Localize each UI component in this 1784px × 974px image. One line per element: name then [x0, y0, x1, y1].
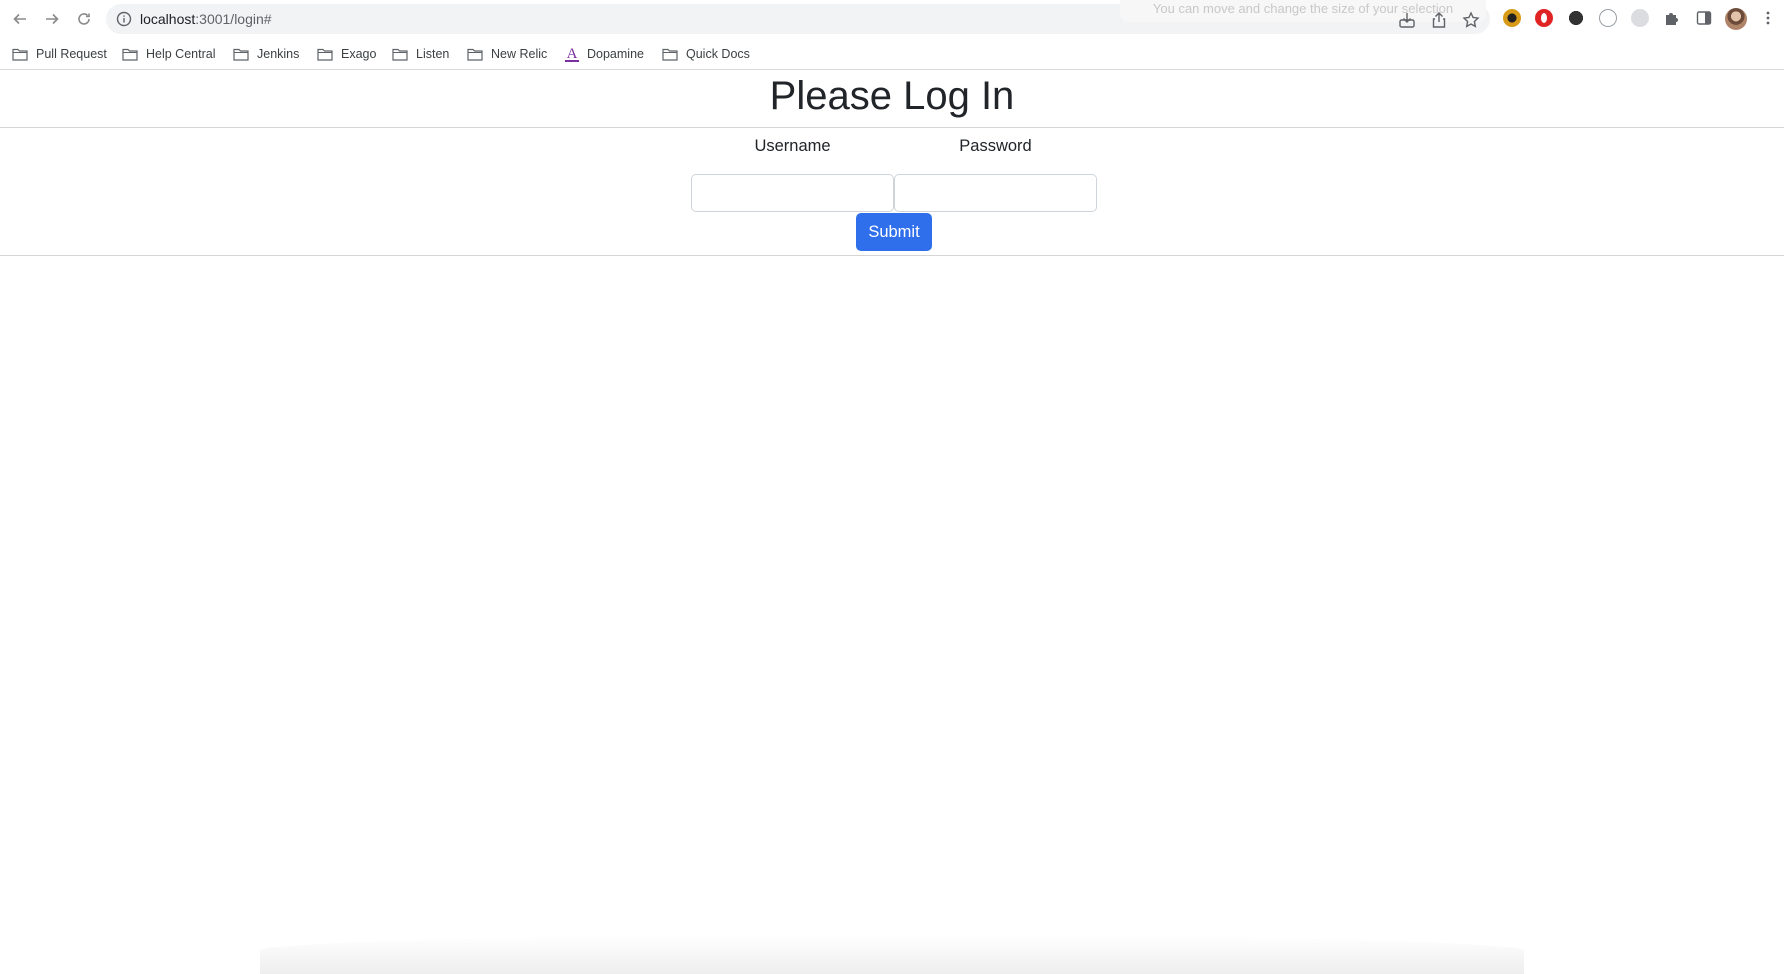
bookmark-dopamine[interactable]: A Dopamine: [565, 45, 644, 63]
bookmark-label: Quick Docs: [686, 47, 750, 61]
extensions-puzzle-icon[interactable]: [1663, 9, 1681, 27]
url-text[interactable]: localhost:3001/login#: [140, 11, 272, 27]
page-title: Please Log In: [769, 74, 1015, 118]
folder-icon: [12, 48, 28, 61]
extension-2-icon[interactable]: [1535, 9, 1553, 27]
bookmarks-bar: Pull Request Help Central Jenkins Exago …: [0, 38, 1784, 70]
bookmark-label: Listen: [416, 47, 450, 61]
bookmark-label: Dopamine: [587, 47, 644, 61]
bookmark-label: Help Central: [146, 47, 216, 61]
info-icon[interactable]: [116, 11, 132, 27]
bookmark-listen[interactable]: Listen: [392, 45, 449, 63]
bookmark-quick-docs[interactable]: Quick Docs: [662, 45, 750, 63]
folder-icon: [392, 48, 408, 61]
back-icon[interactable]: [8, 7, 32, 31]
url-path: :3001/login#: [195, 11, 272, 27]
extension-3-icon[interactable]: [1567, 9, 1585, 27]
forward-icon[interactable]: [40, 7, 64, 31]
folder-icon: [317, 48, 333, 61]
bookmark-label: Exago: [341, 47, 377, 61]
profile-avatar[interactable]: [1725, 8, 1747, 30]
bookmark-label: Pull Request: [36, 47, 107, 61]
share-icon[interactable]: [1430, 11, 1448, 29]
side-panel-icon[interactable]: [1695, 9, 1713, 27]
folder-icon: [467, 48, 483, 61]
bookmark-label: New Relic: [491, 47, 548, 61]
username-input[interactable]: [691, 174, 894, 212]
reload-icon[interactable]: [72, 7, 96, 31]
bookmark-pull-request[interactable]: Pull Request: [12, 45, 107, 63]
extension-5-icon[interactable]: [1631, 9, 1649, 27]
address-bar[interactable]: localhost:3001/login# You can move and c…: [106, 0, 1490, 34]
a-logo-icon: A: [565, 46, 579, 62]
bookmark-new-relic[interactable]: New Relic: [467, 45, 547, 63]
extension-4-icon[interactable]: [1599, 9, 1617, 27]
folder-icon: [662, 48, 678, 61]
extensions-group: [1498, 5, 1686, 33]
extension-1-icon[interactable]: [1503, 9, 1521, 27]
url-host: localhost: [140, 11, 196, 27]
bookmark-label: Jenkins: [257, 47, 300, 61]
login-form: Username Password Submit: [0, 127, 1784, 256]
submit-button[interactable]: Submit: [856, 213, 932, 251]
window-shadow: [260, 935, 1524, 974]
username-label: Username: [754, 137, 831, 155]
password-input[interactable]: [894, 174, 1097, 212]
bookmark-exago[interactable]: Exago: [317, 45, 376, 63]
folder-icon: [122, 48, 138, 61]
password-label: Password: [959, 137, 1032, 155]
folder-icon: [233, 48, 249, 61]
browser-toolbar: localhost:3001/login# You can move and c…: [0, 0, 1784, 38]
bookmark-help-central[interactable]: Help Central: [122, 45, 215, 63]
bookmark-star-icon[interactable]: [1462, 11, 1480, 29]
install-icon[interactable]: [1398, 11, 1416, 29]
bookmark-jenkins[interactable]: Jenkins: [233, 45, 299, 63]
more-menu-icon[interactable]: [1759, 9, 1777, 27]
